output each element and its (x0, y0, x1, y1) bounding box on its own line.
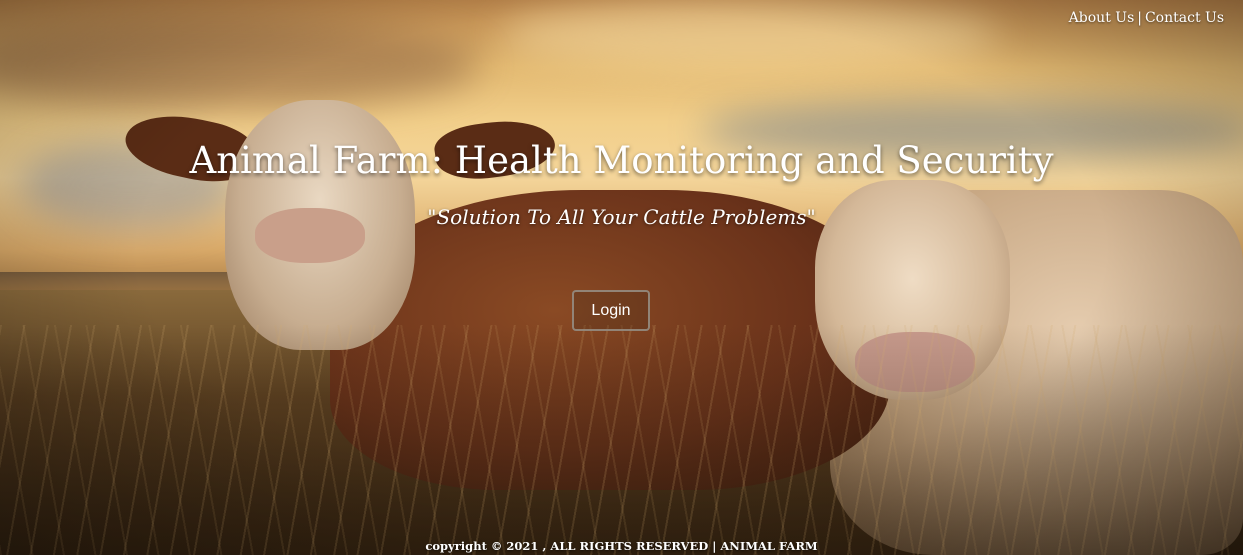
top-nav: About Us | Contact Us (1069, 10, 1224, 26)
about-us-link[interactable]: About Us (1069, 10, 1135, 26)
login-button[interactable]: Login (572, 290, 650, 331)
tagline: "Solution To All Your Cattle Problems" (427, 205, 816, 229)
vignette (0, 0, 1243, 555)
footer-copyright: copyright © 2021 , ALL RIGHTS RESERVED |… (425, 539, 818, 553)
background-photo (0, 0, 1243, 555)
nav-separator: | (1137, 10, 1142, 26)
page-title: Animal Farm: Health Monitoring and Secur… (189, 139, 1054, 182)
contact-us-link[interactable]: Contact Us (1145, 10, 1224, 26)
